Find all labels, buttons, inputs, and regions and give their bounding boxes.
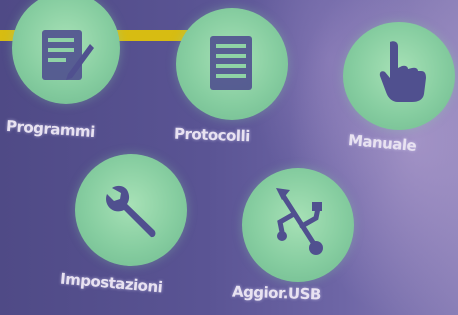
hand-pointer-icon [379, 41, 426, 102]
usb-icon [276, 188, 323, 255]
protocolli-label: Protocolli [173, 124, 251, 146]
aggior-usb-label: Aggior.USB [231, 282, 322, 304]
document-list-icon [210, 36, 252, 90]
impostazioni-label: Impostazioni [59, 269, 164, 297]
programmi-label: Programmi [5, 116, 96, 142]
manuale-label: Manuale [347, 131, 417, 155]
wrench-icon [106, 185, 156, 238]
document-pencil-icon [42, 30, 94, 80]
